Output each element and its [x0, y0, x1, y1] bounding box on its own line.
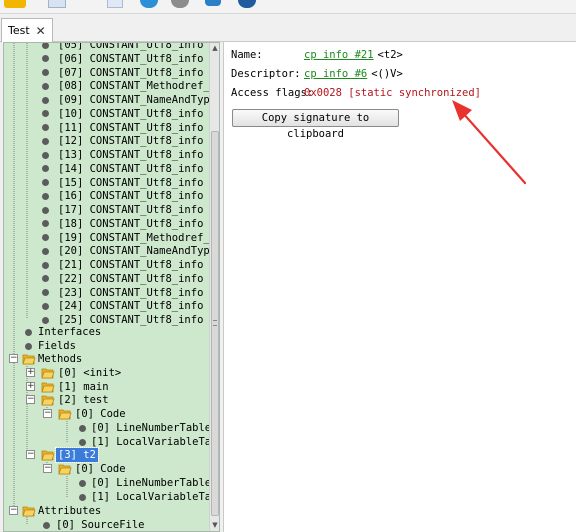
constant-label: [13] CONSTANT_Utf8_info: [58, 149, 204, 161]
collapse-icon[interactable]: −: [9, 354, 18, 363]
class-structure-tree[interactable]: [05] CONSTANT_Utf8_info [06] CONSTANT_Utf…: [3, 42, 220, 532]
scroll-up-icon[interactable]: ▲: [210, 43, 219, 54]
leaf-bullet-icon: [79, 424, 86, 432]
collapse-icon[interactable]: −: [26, 395, 35, 404]
access-flags-label: Access flags:: [231, 87, 314, 99]
constant-label: [07] CONSTANT_Utf8_info: [58, 66, 204, 79]
scroll-down-icon[interactable]: ▼: [210, 520, 219, 531]
constant-label: [19] CONSTANT_Methodref_info: [58, 231, 220, 244]
open-folder-icon: [41, 450, 55, 461]
open-folder-icon: [22, 506, 36, 517]
descriptor-row: Descriptor: cp info #6 <()V>: [231, 67, 403, 81]
forward-icon[interactable]: [171, 0, 189, 8]
leaf-bullet-icon: [25, 328, 32, 336]
leaf-bullet-icon: [25, 342, 32, 350]
arrow-icon[interactable]: [205, 0, 221, 6]
access-flags-value: 0x0028 [static synchronized]: [304, 87, 482, 99]
leaf-bullet-icon: [42, 124, 49, 131]
copy-signature-button[interactable]: Copy signature to clipboard: [232, 109, 399, 140]
name-label: Name:: [231, 49, 263, 61]
leaf-bullet-icon: [42, 137, 49, 145]
descriptor-cp-link[interactable]: cp info #6: [304, 68, 367, 80]
close-icon[interactable]: ✕: [36, 24, 46, 38]
back-icon[interactable]: [140, 0, 158, 8]
constant-label: [08] CONSTANT_Methodref_info: [58, 80, 220, 93]
tab-bar: Test ✕: [0, 14, 576, 43]
leaf-bullet-icon: [79, 493, 86, 501]
open-folder-icon: [22, 354, 36, 365]
constant-label: [11] CONSTANT_Utf8_info: [58, 121, 204, 134]
open-folder-icon: [58, 409, 72, 420]
leaf-bullet-icon: [42, 316, 49, 324]
collapse-icon[interactable]: −: [9, 506, 18, 515]
expand-icon[interactable]: +: [26, 368, 35, 377]
leaf-bullet-icon: [79, 479, 86, 487]
descriptor-value: <()V>: [371, 68, 403, 80]
scroll-thumb[interactable]: [211, 131, 219, 516]
grip-icon: [213, 320, 217, 326]
open-folder-icon: [41, 395, 55, 406]
leaf-bullet-icon: [42, 234, 49, 241]
constant-label: [15] CONSTANT_Utf8_info: [58, 176, 204, 189]
name-row: Name: cp info #21 <t2>: [231, 48, 403, 62]
leaf-bullet-icon: [43, 521, 50, 529]
constant-label: [10] CONSTANT_Utf8_info: [58, 107, 204, 120]
name-value: <t2>: [377, 49, 403, 61]
leaf-bullet-icon: [42, 96, 49, 104]
document-icon[interactable]: [48, 0, 66, 8]
tab-label: Test: [8, 24, 30, 37]
leaf-bullet-icon: [42, 151, 49, 159]
leaf-bullet-icon: [42, 206, 49, 214]
constant-label: [05] CONSTANT_Utf8_info: [58, 42, 204, 51]
document-icon[interactable]: [107, 0, 123, 8]
access-flags-row: Access flags:0x0028 [static synchronized…: [231, 86, 481, 100]
collapse-icon[interactable]: −: [43, 464, 52, 473]
leaf-bullet-icon: [42, 179, 49, 186]
collapse-icon[interactable]: −: [26, 450, 35, 459]
descriptor-label: Descriptor:: [231, 68, 301, 80]
leaf-bullet-icon: [79, 438, 86, 446]
name-cp-link[interactable]: cp info #21: [304, 49, 374, 61]
leaf-bullet-icon: [42, 82, 49, 90]
tree-scrollbar[interactable]: ▲ ▼: [209, 43, 219, 531]
folder-icon: [41, 368, 55, 379]
tab-test[interactable]: Test ✕: [1, 18, 53, 43]
open-folder-icon[interactable]: [4, 0, 26, 8]
expand-icon[interactable]: +: [26, 382, 35, 391]
constant-label: [16] CONSTANT_Utf8_info: [58, 190, 204, 203]
globe-icon[interactable]: [238, 0, 256, 8]
constant-label: [09] CONSTANT_NameAndType_inf: [58, 94, 219, 106]
open-folder-icon: [58, 464, 72, 475]
constant-label: [20] CONSTANT_NameAndType_inf: [58, 245, 219, 258]
constant-label: [22] CONSTANT_Utf8_info: [58, 272, 204, 285]
constant-label: [06] CONSTANT_Utf8_info: [58, 52, 204, 65]
constant-label: [12] CONSTANT_Utf8_info: [58, 135, 204, 148]
folder-icon: [41, 382, 55, 393]
constant-label: [24] CONSTANT_Utf8_info: [58, 300, 204, 313]
constant-label: [21] CONSTANT_Utf8_info: [58, 259, 204, 271]
toolbar: [0, 0, 576, 14]
leaf-bullet-icon: [42, 261, 49, 269]
selected-node-label: [3] t2: [55, 447, 99, 463]
constant-label: [18] CONSTANT_Utf8_info: [58, 217, 204, 230]
leaf-bullet-icon: [42, 192, 49, 200]
collapse-icon[interactable]: −: [43, 409, 52, 418]
constant-label: [14] CONSTANT_Utf8_info: [58, 162, 204, 175]
constant-label: [17] CONSTANT_Utf8_info: [58, 204, 204, 216]
leaf-bullet-icon: [42, 247, 49, 255]
method-detail-panel: Name: cp info #21 <t2> Descriptor: cp info …: [223, 42, 576, 532]
leaf-bullet-icon: [42, 69, 49, 76]
leaf-bullet-icon: [42, 302, 49, 310]
leaf-bullet-icon: [42, 289, 49, 296]
leaf-bullet-icon: [42, 43, 49, 49]
constant-label: [23] CONSTANT_Utf8_info: [58, 286, 204, 299]
